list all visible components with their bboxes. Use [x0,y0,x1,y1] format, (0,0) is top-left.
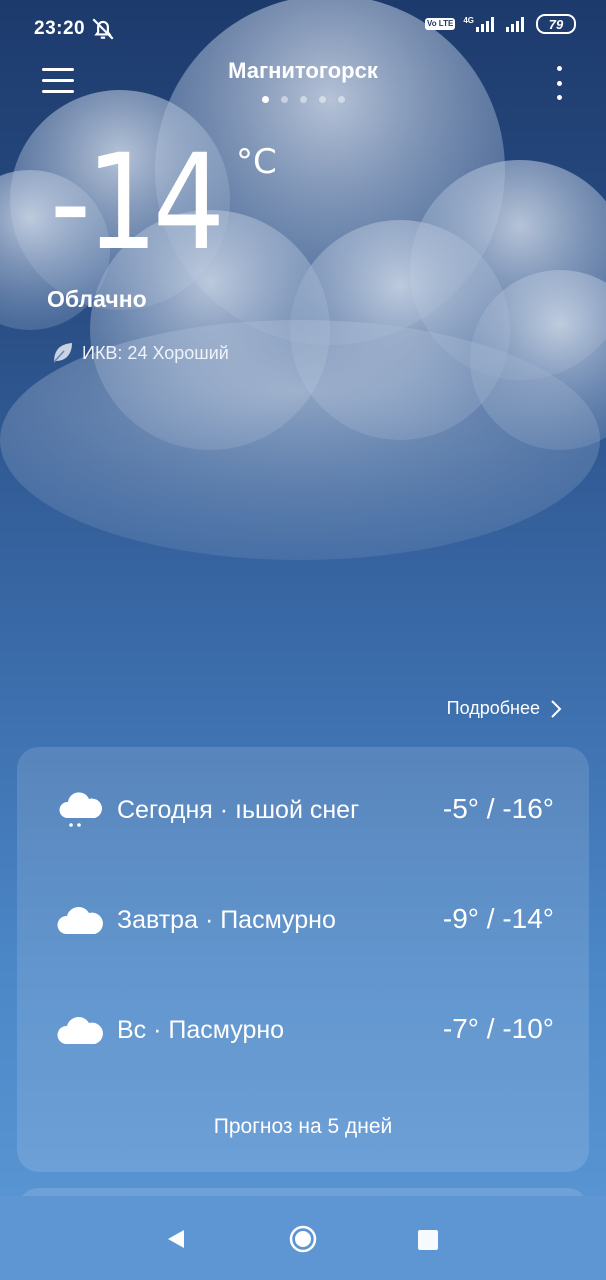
volte-icon: Vo LTE [424,18,456,30]
temperature-unit: °C [236,142,277,182]
page-dot[interactable] [261,96,269,103]
signal-icon-2 [506,17,524,32]
forecast-card: Сегодня · ıьшой снег -5° / -16° Завтра ·… [17,747,589,1172]
bell-off-icon [92,18,114,40]
page-dot[interactable] [318,96,326,103]
page-indicator [0,96,606,103]
forecast-row[interactable]: Сегодня · ıьшой снег -5° / -16° [17,780,589,840]
navigation-bar [0,1196,606,1280]
snow-cloud-icon [59,792,102,827]
cloud-icon [57,1017,103,1044]
network-type: 4G [463,15,474,25]
current-condition: Облачно [47,286,147,312]
details-link-label: Подробнее [446,698,540,718]
details-link[interactable]: Подробнее [447,698,562,719]
recent-apps-icon[interactable] [418,1230,438,1250]
back-icon[interactable] [164,1228,186,1250]
status-time: 23:20 [34,18,86,39]
home-icon[interactable] [288,1224,318,1254]
leaf-icon [53,343,72,363]
forecast-range: -5° / -16° [442,793,554,824]
forecast-row[interactable]: Вс · Пасмурно -7° / -10° [17,1000,589,1060]
signal-icon [476,17,494,32]
cloud-icon [57,907,103,934]
battery-indicator: 79 [536,14,576,34]
chevron-right-icon [551,699,562,718]
forecast-label: Сегодня · ıьшой снег [117,796,360,824]
system-icons: Vo LTE 4G 79 [424,14,576,34]
forecast-label: Завтра · Пасмурно [117,906,336,934]
city-name: Магнитогорск [228,58,378,83]
forecast-label: Вс · Пасмурно [117,1016,285,1044]
status-bar: 23:20 Vo LTE 4G 79 [0,0,606,60]
forecast-range: -9° / -14° [442,903,554,934]
more-options-button[interactable] [554,66,564,100]
page-dot[interactable] [337,96,345,103]
aqi-text: ИКВ: 24 Хороший [82,342,229,363]
page-dot[interactable] [299,96,307,103]
page-dot[interactable] [280,96,288,103]
air-quality[interactable]: ИКВ: 24 Хороший [50,340,229,366]
five-day-forecast-button[interactable]: Прогноз на 5 дней [17,1115,589,1139]
current-temperature: -14 [50,126,225,280]
forecast-row[interactable]: Завтра · Пасмурно -9° / -14° [17,890,589,950]
forecast-range: -7° / -10° [442,1013,554,1044]
app-header: Магнитогорск [0,52,606,112]
